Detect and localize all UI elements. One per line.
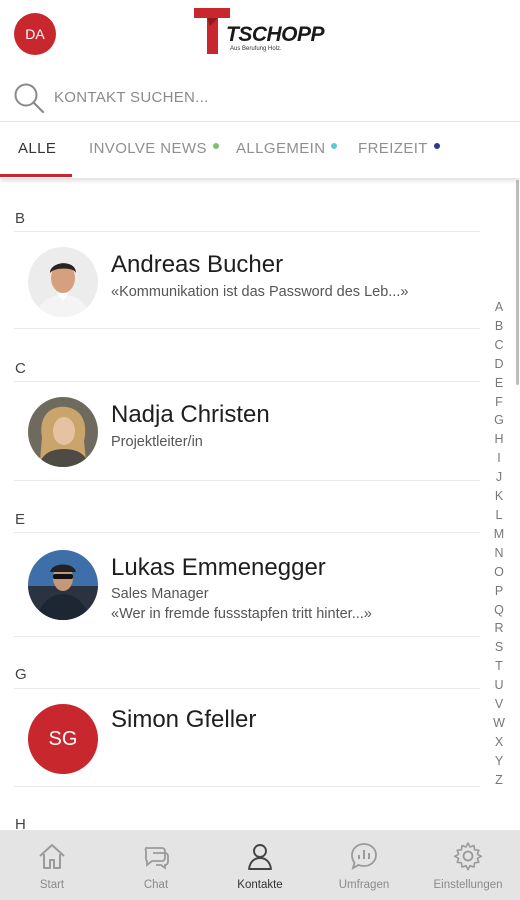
nav-einstellungen[interactable]: Einstellungen <box>416 830 520 900</box>
alphabet-letter[interactable]: S <box>492 638 506 657</box>
logo-tagline: Aus Berufung Holz. <box>230 46 282 52</box>
alphabet-letter[interactable]: N <box>492 544 506 563</box>
contact-photo <box>28 247 98 317</box>
tab-freizeit[interactable]: FREIZEIT <box>358 140 440 178</box>
contact-row-andreas-bucher[interactable]: Andreas Bucher «Kommunikation ist das Pa… <box>0 234 480 324</box>
contact-name: Andreas Bucher <box>111 251 284 278</box>
chat-icon <box>144 847 169 870</box>
alphabet-letter[interactable]: G <box>492 411 506 430</box>
survey-icon <box>351 843 377 870</box>
active-tab-indicator <box>0 174 72 177</box>
alphabet-letter[interactable]: Q <box>492 601 506 620</box>
alphabet-letter[interactable]: X <box>492 733 506 752</box>
contact-row-lukas-emmenegger[interactable]: Lukas Emmenegger Sales Manager «Wer in f… <box>0 540 480 630</box>
contact-row-simon-gfeller[interactable]: SG Simon Gfeller <box>0 696 480 786</box>
contact-job-title: Sales Manager <box>111 586 209 602</box>
search-input[interactable] <box>54 84 494 110</box>
contacts-icon <box>248 844 272 870</box>
alphabet-letter[interactable]: T <box>492 657 506 676</box>
user-initials: DA <box>25 26 45 42</box>
contact-initials-avatar: SG <box>28 704 98 774</box>
alphabet-letter[interactable]: U <box>492 676 506 695</box>
tab-label: ALLGEMEIN <box>236 140 326 157</box>
divider <box>14 328 480 329</box>
scrollbar[interactable] <box>516 180 519 385</box>
divider <box>14 381 480 382</box>
search-bar <box>0 72 520 122</box>
logo-mark-icon <box>194 8 230 54</box>
tab-allgemein[interactable]: ALLGEMEIN <box>236 140 338 178</box>
contact-job-title: Projektleiter/in <box>111 434 203 450</box>
nav-kontakte[interactable]: Kontakte <box>208 830 312 900</box>
alphabet-letter[interactable]: W <box>492 714 506 733</box>
tab-involve-news[interactable]: INVOLVE NEWS <box>89 140 219 178</box>
nav-umfragen[interactable]: Umfragen <box>312 830 416 900</box>
divider <box>14 688 480 689</box>
contact-row-nadja-christen[interactable]: Nadja Christen Projektleiter/in <box>0 384 480 474</box>
divider <box>14 231 480 232</box>
category-dot <box>433 143 440 149</box>
category-dot <box>212 143 219 149</box>
section-header-b: B <box>15 210 26 227</box>
contact-name: Simon Gfeller <box>111 706 257 733</box>
alphabet-index[interactable]: ABCDEFGHIJKLMNOPQRSTUVWXYZ <box>492 298 506 790</box>
contact-photo <box>28 550 98 620</box>
alphabet-letter[interactable]: Y <box>492 752 506 771</box>
alphabet-letter[interactable]: V <box>492 695 506 714</box>
company-logo: TSCHOPP Aus Berufung Holz. <box>194 6 334 58</box>
alphabet-letter[interactable]: H <box>492 430 506 449</box>
nav-start[interactable]: Start <box>0 830 104 900</box>
app-header: DA TSCHOPP Aus Berufung Holz. <box>0 0 520 72</box>
alphabet-letter[interactable]: E <box>492 374 506 393</box>
nav-label: Chat <box>143 879 169 891</box>
alphabet-letter[interactable]: C <box>492 336 506 355</box>
contact-status: «Kommunikation ist das Password des Leb.… <box>111 284 409 300</box>
alphabet-letter[interactable]: L <box>492 506 506 525</box>
alphabet-letter[interactable]: Z <box>492 771 506 790</box>
nav-label: Einstellungen <box>433 879 503 891</box>
alphabet-letter[interactable]: F <box>492 393 506 412</box>
alphabet-letter[interactable]: B <box>492 317 506 336</box>
alphabet-letter[interactable]: J <box>492 468 506 487</box>
tab-label: INVOLVE NEWS <box>89 140 207 157</box>
contact-name: Lukas Emmenegger <box>111 554 326 581</box>
home-icon <box>39 844 65 869</box>
nav-label: Start <box>39 879 65 891</box>
alphabet-letter[interactable]: A <box>492 298 506 317</box>
section-header-g: G <box>15 666 27 683</box>
divider <box>14 786 480 787</box>
nav-label: Kontakte <box>237 879 283 891</box>
contact-photo <box>28 397 98 467</box>
nav-label: Umfragen <box>338 879 390 891</box>
search-icon[interactable] <box>12 81 46 115</box>
alphabet-letter[interactable]: R <box>492 619 506 638</box>
filter-tabs: ALLE INVOLVE NEWS ALLGEMEIN FREIZEIT <box>0 122 520 178</box>
section-header-e: E <box>15 511 26 528</box>
alphabet-letter[interactable]: P <box>492 582 506 601</box>
alphabet-letter[interactable]: O <box>492 563 506 582</box>
bottom-navigation: Start Chat Kontakte Umfragen Einstellung… <box>0 830 520 900</box>
divider <box>14 480 480 481</box>
tab-label: FREIZEIT <box>358 140 428 157</box>
alphabet-letter[interactable]: M <box>492 525 506 544</box>
alphabet-letter[interactable]: K <box>492 487 506 506</box>
divider <box>14 532 480 533</box>
contact-list[interactable]: B Andreas Bucher «Kommunikation ist das … <box>0 178 520 830</box>
gear-icon <box>453 842 483 871</box>
alphabet-letter[interactable]: D <box>492 355 506 374</box>
section-header-h: H <box>15 816 26 830</box>
tab-alle[interactable]: ALLE <box>18 140 56 178</box>
logo-wordmark: TSCHOPP <box>226 23 325 46</box>
tab-label: ALLE <box>18 140 57 157</box>
contact-name: Nadja Christen <box>111 401 270 428</box>
category-dot <box>331 143 338 149</box>
nav-chat[interactable]: Chat <box>104 830 208 900</box>
contact-status: «Wer in fremde fussstapfen tritt hinter.… <box>111 606 372 622</box>
divider <box>14 636 480 637</box>
contact-initials: SG <box>48 727 78 750</box>
user-avatar[interactable]: DA <box>14 13 56 55</box>
section-header-c: C <box>15 360 26 377</box>
alphabet-letter[interactable]: I <box>492 449 506 468</box>
